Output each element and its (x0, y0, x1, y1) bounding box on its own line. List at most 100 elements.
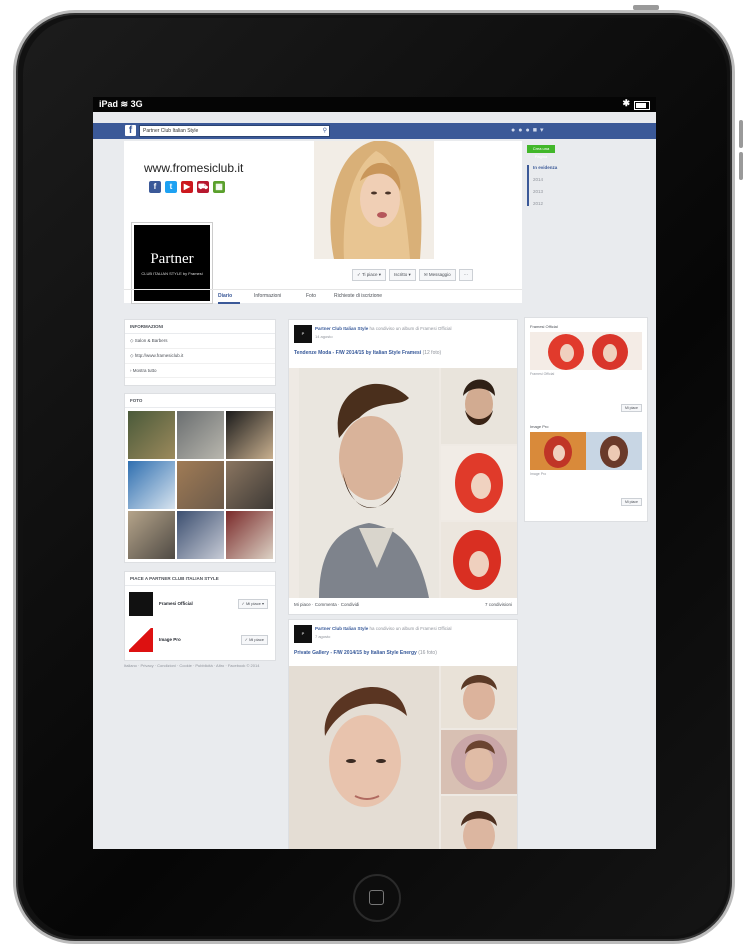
year-item[interactable]: 2014 (533, 177, 647, 182)
year-item[interactable]: In evidenza (533, 165, 647, 170)
home-button[interactable] (353, 874, 401, 922)
post-author-avatar[interactable]: P (294, 325, 312, 343)
screen: iPad ≋ 3G ✱ f Partner Club Italian Style… (93, 97, 656, 849)
wifi-icon: ≋ (120, 99, 129, 109)
facebook-header: f Partner Club Italian Style ⚲ ●●●■▾ (93, 123, 656, 139)
liked-page-thumb (129, 628, 153, 652)
home-link-icon[interactable]: ■ (533, 127, 540, 134)
post-shared: ha condiviso un album di Framesi Officia… (369, 626, 452, 631)
volume-button (739, 152, 743, 180)
header-icons: ●●●■▾ (511, 126, 546, 134)
post-title[interactable]: Private Gallery - F/W 2014/15 by Italian… (294, 650, 437, 656)
ad-like-button[interactable]: Mi piace (620, 498, 642, 506)
device-label: iPad (99, 99, 119, 109)
post-album-image[interactable] (289, 368, 517, 598)
cover-buttons: ✓ Ti piace ▾ Iscritto ▾ ✉ Messaggio ··· (352, 269, 474, 281)
info-category: ◇ Salon & Barbers (125, 334, 275, 349)
post-author[interactable]: Partner Club Italian Style (315, 626, 368, 631)
photos-header[interactable]: FOTO (125, 394, 275, 408)
facebook-logo-icon[interactable]: f (125, 125, 136, 136)
liked-page-button[interactable]: ✓ Mi piace (240, 635, 268, 645)
twitter-icon[interactable]: t (165, 181, 177, 193)
facebook-icon[interactable]: f (149, 181, 161, 193)
message-button[interactable]: ✉ Messaggio (418, 269, 456, 281)
search-icon[interactable]: ⚲ (323, 126, 327, 136)
photo-thumb[interactable] (226, 411, 273, 459)
info-website-text: http://www.framesiclub.it (134, 353, 184, 358)
ad-head[interactable]: Framesi Official (530, 324, 642, 329)
photo-thumb[interactable] (128, 461, 175, 509)
tab-foto[interactable]: Foto (306, 293, 316, 299)
photo-grid (128, 411, 273, 559)
photo-thumb[interactable] (226, 461, 273, 509)
year-item[interactable]: 2013 (533, 189, 647, 194)
liked-header: PIACE A PARTNER CLUB ITALIAN STYLE (125, 572, 275, 586)
liked-page-row[interactable]: Image Pro ✓ Mi piace (129, 628, 272, 654)
ad-image[interactable] (530, 332, 642, 370)
post-time[interactable]: 14 agosto (315, 334, 333, 339)
settings-icon[interactable]: ▾ (540, 127, 547, 134)
post-title-text: Tendenze Moda - F/W 2014/15 by Italian S… (294, 350, 422, 356)
status-bar: iPad ≋ 3G ✱ (93, 97, 656, 112)
follow-button[interactable]: Iscritto ▾ (389, 269, 416, 281)
wall-icon[interactable]: ▦ (213, 181, 225, 193)
youtube-icon[interactable]: ▶ (181, 181, 193, 193)
ad-image[interactable] (530, 432, 642, 470)
like-page-button[interactable]: ✓ Ti piace ▾ (352, 269, 387, 281)
liked-page-row[interactable]: Framesi Official ✓ Mi piace ▾ (129, 592, 272, 618)
website-text: www.fromesiclub.it (144, 161, 244, 175)
tab-diario[interactable]: Diario (218, 293, 232, 299)
liked-page-thumb (129, 592, 153, 616)
post-title-text: Private Gallery - F/W 2014/15 by Italian… (294, 650, 417, 656)
active-tab-indicator (218, 302, 240, 304)
notifications-icon[interactable]: ● (525, 127, 532, 134)
volume-button (739, 120, 743, 148)
post-author-avatar[interactable]: P (294, 625, 312, 643)
post-title[interactable]: Tendenze Moda - F/W 2014/15 by Italian S… (294, 350, 441, 356)
more-button[interactable]: ··· (458, 269, 474, 281)
photo-thumb[interactable] (128, 511, 175, 559)
liked-page-button[interactable]: ✓ Mi piace ▾ (237, 599, 268, 609)
post-time[interactable]: 7 agosto (315, 634, 330, 639)
ad-block[interactable]: Framesi Official Framesi Official Mi pia… (530, 324, 642, 412)
cover-area: www.fromesiclub.it f t ▶ ⛟ ▦ Partner CLU… (124, 141, 522, 304)
photo-thumb[interactable] (128, 411, 175, 459)
cover-photo (314, 141, 434, 259)
post-meta: Partner Club Italian Style ha condiviso … (315, 326, 505, 332)
post-card: P Partner Club Italian Style ha condivis… (288, 319, 518, 615)
power-button (633, 5, 659, 10)
bluetooth-icon: ✱ (622, 98, 630, 108)
ad-head[interactable]: Image Pro (530, 424, 642, 429)
post-meta: Partner Club Italian Style ha condiviso … (315, 626, 505, 632)
tab-informazioni[interactable]: Informazioni (254, 293, 281, 299)
footer-links[interactable]: Italiano · Privacy · Condizioni · Cookie… (124, 663, 274, 669)
page-tabs: Diario Informazioni Foto Richieste di is… (124, 289, 522, 304)
post-photo-count: (16 foto) (418, 650, 437, 656)
post-author[interactable]: Partner Club Italian Style (315, 326, 368, 331)
ad-caption: Image Pro (530, 472, 547, 476)
network-label: 3G (130, 99, 143, 109)
ad-block[interactable]: Image Pro Image Pro Mi piace (530, 424, 642, 506)
info-show-all[interactable]: › Mostra tutto (125, 364, 275, 378)
social-icons: f t ▶ ⛟ ▦ (149, 181, 225, 193)
year-item[interactable]: 2012 (533, 201, 647, 206)
post-album-image[interactable] (289, 666, 517, 849)
liked-page-name: Image Pro (159, 637, 181, 642)
cart-icon[interactable]: ⛟ (197, 181, 209, 193)
ad-like-button[interactable]: Mi piace (620, 404, 642, 412)
photo-thumb[interactable] (177, 461, 224, 509)
info-website[interactable]: ◇ http://www.framesiclub.it (125, 349, 275, 364)
tab-richieste[interactable]: Richieste di iscrizione (334, 293, 382, 299)
photo-thumb[interactable] (226, 511, 273, 559)
search-input[interactable]: Partner Club Italian Style ⚲ (139, 125, 330, 137)
home-square-icon (369, 890, 384, 905)
post-actions[interactable]: Mi piace · Commenta · Condividi (294, 602, 359, 607)
photo-thumb[interactable] (177, 511, 224, 559)
battery-icon (634, 101, 650, 110)
liked-page-name: Framesi Official (159, 601, 193, 606)
create-page-button[interactable]: Crea una Pagina (527, 145, 555, 159)
photos-card: FOTO (124, 393, 276, 563)
post-card: P Partner Club Italian Style ha condivis… (288, 619, 518, 849)
photo-thumb[interactable] (177, 411, 224, 459)
post-share-count[interactable]: 7 condivisioni (485, 602, 512, 607)
